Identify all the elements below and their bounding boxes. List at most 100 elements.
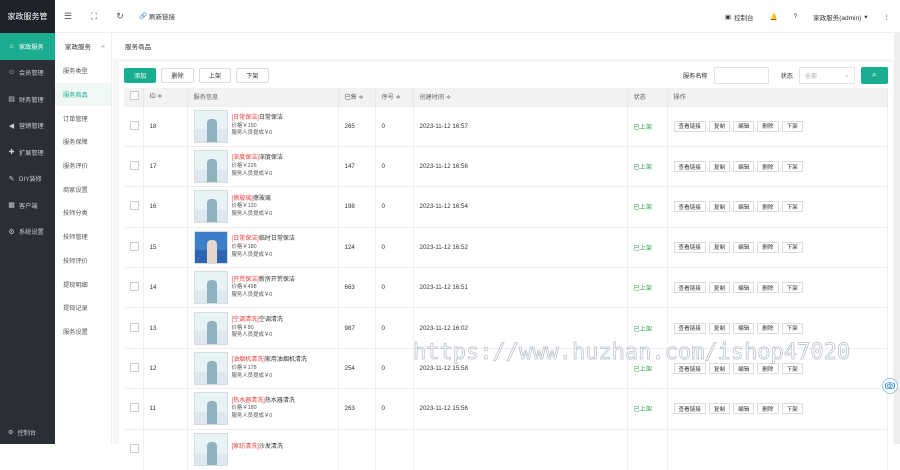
row-action-button[interactable]: 查看链接 bbox=[673, 282, 706, 294]
row-seq: 0 bbox=[375, 347, 414, 389]
row-checkbox[interactable] bbox=[130, 403, 139, 413]
row-seq: 0 bbox=[375, 145, 414, 187]
row-action-button[interactable]: 复制 bbox=[708, 322, 731, 334]
row-action-button[interactable]: 复制 bbox=[708, 201, 731, 213]
subnav-item[interactable]: 提现记录 bbox=[55, 296, 111, 320]
row-action-button[interactable]: 复制 bbox=[708, 120, 731, 132]
subnav-item[interactable]: 服务保障 bbox=[55, 130, 111, 154]
row-checkbox[interactable] bbox=[130, 282, 139, 292]
sidebar-item-0[interactable]: ⌂ 家政服务 bbox=[0, 33, 55, 60]
row-action-button[interactable]: 复制 bbox=[708, 282, 731, 294]
row-action-button[interactable]: 删除 bbox=[757, 403, 779, 415]
row-action-button[interactable]: 查看链接 bbox=[673, 322, 706, 334]
row-checkbox[interactable] bbox=[130, 241, 139, 251]
row-action-button[interactable]: 复制 bbox=[708, 161, 731, 173]
header-id[interactable]: ID ≑ bbox=[143, 88, 188, 106]
add-button[interactable]: 添加 bbox=[124, 67, 157, 83]
subnav-item[interactable]: 商家设置 bbox=[55, 177, 111, 201]
row-action-button[interactable]: 查看链接 bbox=[673, 241, 706, 253]
subnav-item[interactable]: 技师分类 bbox=[55, 201, 111, 225]
sidebar-item-console[interactable]: ⚙ 控制台 bbox=[0, 420, 55, 444]
row-action-button[interactable]: 查看链接 bbox=[673, 201, 706, 213]
more-icon[interactable]: ⋮ bbox=[884, 13, 891, 21]
row-action-button[interactable]: 编辑 bbox=[733, 241, 755, 253]
row-checkbox[interactable] bbox=[130, 120, 139, 130]
subnav-item[interactable]: 服务设置 bbox=[55, 320, 111, 344]
row-checkbox[interactable] bbox=[130, 363, 139, 373]
subnav-item[interactable]: 提现明细 bbox=[55, 272, 111, 296]
row-action-button[interactable]: 删除 bbox=[757, 120, 779, 132]
subnav-item[interactable]: 技师评价 bbox=[55, 249, 111, 273]
subnav-item[interactable]: 服务商品 bbox=[55, 82, 111, 107]
row-action-button[interactable]: 下架 bbox=[781, 282, 803, 294]
floating-help-button[interactable]: ↂ bbox=[882, 378, 898, 394]
header-created[interactable]: 创建时间 ≑ bbox=[413, 88, 628, 106]
service-name: 沙发清洗 bbox=[258, 444, 283, 451]
delete-button[interactable]: 删除 bbox=[161, 67, 194, 83]
sidebar-item-1[interactable]: ☺ 会员管理 bbox=[0, 60, 55, 87]
row-action-button[interactable]: 编辑 bbox=[733, 363, 755, 375]
header-sold[interactable]: 已售 ≑ bbox=[338, 88, 376, 106]
subnav-item[interactable]: 技师管理 bbox=[55, 225, 111, 249]
help-icon[interactable]: ? bbox=[794, 13, 798, 20]
user-menu[interactable]: 家政服务(admin) ▾ bbox=[813, 12, 867, 22]
row-checkbox[interactable] bbox=[130, 444, 139, 454]
row-action-button[interactable]: 查看链接 bbox=[673, 161, 706, 173]
row-action-button[interactable]: 删除 bbox=[757, 201, 779, 213]
row-action-button[interactable]: 查看链接 bbox=[673, 403, 706, 415]
row-action-button[interactable]: 编辑 bbox=[733, 161, 755, 173]
row-action-button[interactable]: 删除 bbox=[757, 282, 779, 294]
row-action-button[interactable]: 复制 bbox=[708, 241, 731, 253]
row-action-button[interactable]: 下架 bbox=[781, 322, 803, 334]
row-action-button[interactable]: 下架 bbox=[781, 241, 803, 253]
refresh-icon[interactable]: ↻ bbox=[107, 11, 133, 22]
header-seq[interactable]: 序号 ≑ bbox=[375, 88, 414, 106]
row-action-button[interactable]: 复制 bbox=[708, 363, 731, 375]
row-action-button[interactable]: 删除 bbox=[757, 161, 779, 173]
row-action-button[interactable]: 下架 bbox=[781, 161, 803, 173]
row-action-button[interactable]: 编辑 bbox=[733, 403, 755, 415]
on-shelf-button[interactable]: 上架 bbox=[198, 67, 232, 83]
subnav-item[interactable]: 服务评价 bbox=[55, 154, 111, 178]
row-action-button[interactable]: 删除 bbox=[757, 363, 779, 375]
service-commission: 服务人员提成￥0 bbox=[231, 251, 273, 258]
sidebar-item-6[interactable]: ▦ 客户端 bbox=[0, 192, 55, 219]
select-all-checkbox[interactable] bbox=[130, 91, 139, 101]
sidebar-item-2[interactable]: ▤ 财务管理 bbox=[0, 86, 55, 113]
row-action-button[interactable]: 下架 bbox=[781, 201, 803, 213]
row-seq bbox=[375, 428, 414, 470]
status-select[interactable]: 全部 ⌄ bbox=[799, 66, 855, 84]
row-action-button[interactable]: 下架 bbox=[781, 363, 803, 375]
sidebar-item-7[interactable]: ⚙ 系统设置 bbox=[0, 219, 55, 246]
row-action-button[interactable]: 编辑 bbox=[733, 282, 755, 294]
row-action-button[interactable]: 查看链接 bbox=[673, 120, 706, 132]
menu-toggle-icon[interactable]: ☰ bbox=[55, 11, 81, 22]
row-checkbox[interactable] bbox=[130, 201, 139, 211]
fullscreen-icon[interactable]: ⛶ bbox=[81, 11, 107, 22]
row-action-button[interactable]: 编辑 bbox=[733, 322, 755, 334]
sidebar-item-3[interactable]: ◀ 营销管理 bbox=[0, 113, 55, 140]
row-action-button[interactable]: 复制 bbox=[708, 403, 731, 415]
bell-icon[interactable]: 🔔 bbox=[769, 13, 777, 21]
collapse-icon[interactable]: « bbox=[101, 43, 105, 50]
off-shelf-button[interactable]: 下架 bbox=[236, 67, 269, 83]
search-button[interactable]: ⌕ bbox=[861, 66, 888, 84]
row-action-button[interactable]: 删除 bbox=[757, 322, 779, 334]
refresh-link[interactable]: 🔗 刷新链接 bbox=[139, 11, 175, 21]
sidebar-item-4[interactable]: ✚ 扩展管理 bbox=[0, 139, 55, 166]
row-action-button[interactable]: 删除 bbox=[757, 241, 779, 253]
row-status: 已上架 bbox=[627, 267, 668, 308]
row-action-button[interactable]: 下架 bbox=[781, 120, 803, 132]
service-name-input[interactable] bbox=[713, 66, 769, 84]
subnav-item[interactable]: 订单管理 bbox=[55, 106, 111, 130]
row-action-button[interactable]: 编辑 bbox=[733, 120, 755, 132]
row-action-button[interactable]: 查看链接 bbox=[673, 363, 706, 375]
subnav-item[interactable]: 服务类型 bbox=[55, 59, 111, 83]
console-button[interactable]: ▣ 控制台 bbox=[725, 12, 754, 22]
row-checkbox[interactable] bbox=[130, 161, 139, 171]
sidebar-item-5[interactable]: ✎ DIY装修 bbox=[0, 166, 55, 193]
row-checkbox[interactable] bbox=[130, 322, 139, 332]
row-status: 已上架 bbox=[627, 105, 668, 147]
row-action-button[interactable]: 下架 bbox=[781, 403, 803, 415]
row-action-button[interactable]: 编辑 bbox=[733, 201, 755, 213]
